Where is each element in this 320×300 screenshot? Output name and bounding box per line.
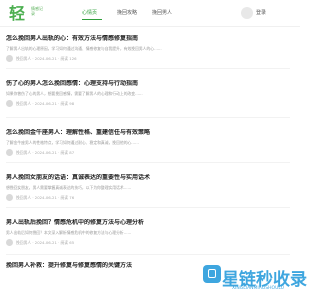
nav-item-strategy[interactable]: 挽回攻略 (117, 9, 137, 16)
article-excerpt: 了解男人出轨的心理原因，学习如何通过沟通、情感修复与自我提升，有效挽回男人的心…… (6, 46, 162, 51)
author-avatar (6, 148, 13, 156)
author-avatar (6, 54, 13, 62)
login-link[interactable]: 登录 (256, 9, 266, 16)
nav-item-men[interactable]: 挽回男人 (152, 9, 172, 16)
nav-active-indicator (82, 19, 102, 20)
user-avatar-icon[interactable] (241, 7, 253, 19)
logo-subtitle: 情感记录 (31, 6, 43, 16)
article-excerpt: 了解金牛座男人的性格特点，学习如何通过耐心、稳定和真诚，挽回他的心…… (6, 140, 139, 145)
article-excerpt: 想挽回女朋友，男人需要掌握真诚表达的技巧，以下为你整理实用话术…… (6, 185, 132, 190)
article-meta: 挽回男人 · 2024-06-21 · 阅读 87 (6, 148, 290, 157)
site-header: 轻 情感记录 心情页 挽回攻略 挽回男人 登录 (0, 0, 300, 27)
nav-item-home[interactable]: 心情页 (82, 9, 97, 16)
author-avatar (6, 193, 13, 201)
article-card[interactable]: 男人出轨后挽回？情感危机中的修复方法与心理分析 男人出轨后如何挽回？本文深入解析… (6, 219, 290, 247)
watermark-logo-inner (208, 269, 216, 278)
article-meta: 挽回男人 · 2024-06-21 · 阅读 65 (6, 238, 290, 247)
article-meta-text: 挽回男人 · 2024-06-21 · 阅读 87 (16, 149, 75, 155)
article-title[interactable]: 怎么挽回金牛座男人：理解性格、重建信任与有效策略 (6, 129, 290, 137)
divider (6, 117, 290, 118)
divider (6, 68, 290, 69)
article-title[interactable]: 男人出轨后挽回？情感危机中的修复方法与心理分析 (6, 219, 290, 227)
article-title[interactable]: 挽回男人补救：提升修复与修复感情的关键方法 (6, 262, 206, 270)
article-card[interactable]: 挽回男人补救：提升修复与修复感情的关键方法 (6, 262, 206, 270)
article-excerpt: 如果你曾伤了心的男人，想要挽回感情，需要了解男人的心理和行动上的改变…… (6, 91, 143, 96)
article-card[interactable]: 伤了心的男人怎么挽回感情：心理支持与行动指南 如果你曾伤了心的男人，想要挽回感情… (6, 80, 290, 108)
divider (6, 162, 290, 163)
article-title[interactable]: 伤了心的男人怎么挽回感情：心理支持与行动指南 (6, 80, 290, 88)
divider (6, 207, 290, 208)
article-meta-text: 挽回男人 · 2024-06-21 · 阅读 76 (16, 194, 75, 200)
article-title[interactable]: 怎么挽回男人出轨的心：有效方法与情感修复指南 (6, 35, 290, 43)
article-meta: 挽回男人 · 2024-06-21 · 阅读 76 (6, 193, 290, 202)
article-card[interactable]: 男人挽回女朋友的话语：真诚表达的重要性与实用话术 想挽回女朋友，男人需要掌握真诚… (6, 174, 290, 202)
divider (6, 254, 290, 255)
author-avatar (6, 238, 13, 246)
article-card[interactable]: 怎么挽回男人出轨的心：有效方法与情感修复指南 了解男人出轨的心理原因，学习如何通… (6, 35, 290, 63)
watermark-subtext: XINGLIANMIAOSHOULU (232, 286, 284, 291)
author-avatar (6, 99, 13, 107)
article-meta: 挽回男人 · 2024-06-21 · 阅读 98 (6, 99, 290, 108)
article-card[interactable]: 怎么挽回金牛座男人：理解性格、重建信任与有效策略 了解金牛座男人的性格特点，学习… (6, 129, 290, 157)
article-meta-text: 挽回男人 · 2024-06-21 · 阅读 98 (16, 100, 75, 106)
article-title[interactable]: 男人挽回女朋友的话语：真诚表达的重要性与实用话术 (6, 174, 290, 182)
article-excerpt: 男人出轨后如何挽回？本文深入解析情感危机中的修复方法与心理分析…… (6, 230, 132, 235)
article-meta-text: 挽回男人 · 2024-06-21 · 阅读 65 (16, 239, 75, 245)
article-meta: 挽回男人 · 2024-06-21 · 阅读 126 (6, 54, 290, 63)
article-meta-text: 挽回男人 · 2024-06-21 · 阅读 126 (16, 55, 77, 61)
site-logo[interactable]: 轻 (9, 4, 31, 22)
logo-mark: 轻 (9, 4, 25, 22)
